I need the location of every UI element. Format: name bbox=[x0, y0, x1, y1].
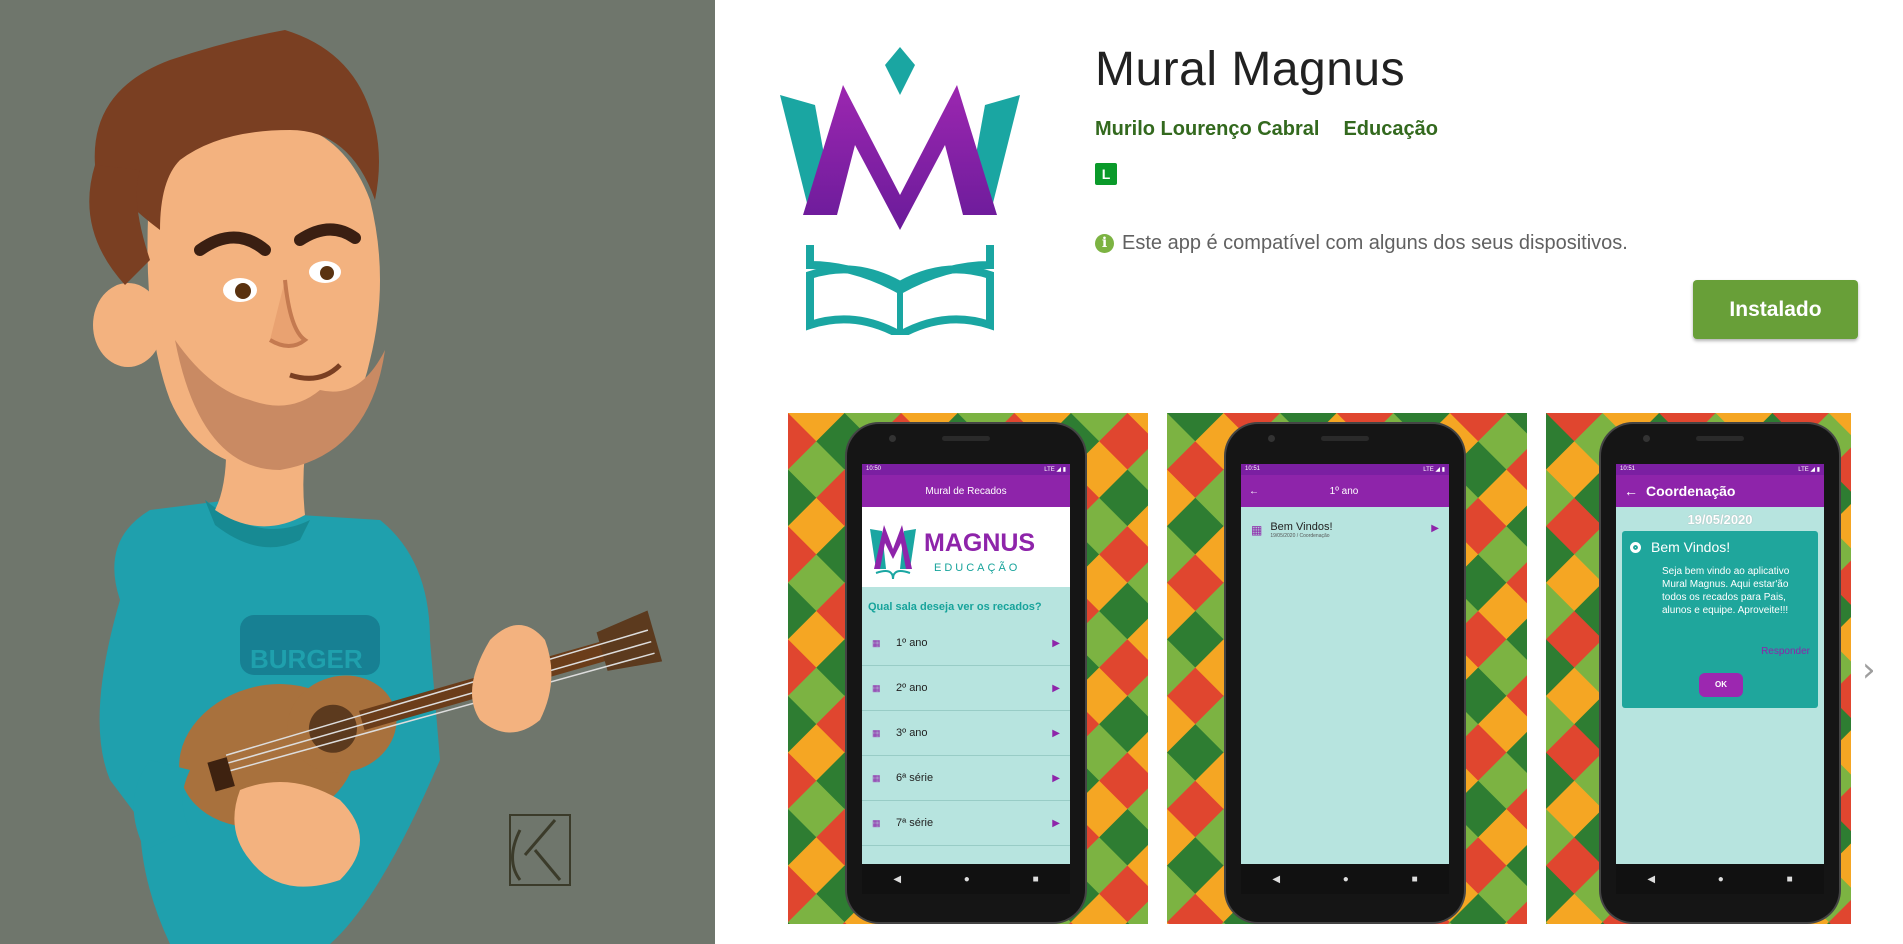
status-time: 10:51 bbox=[1245, 466, 1261, 472]
status-icons: LTE ◢ ▮ bbox=[1798, 467, 1820, 473]
class-row[interactable]: ▦ 6ª série ▶ bbox=[862, 756, 1070, 801]
app-bar: Mural de Recados bbox=[862, 475, 1070, 507]
status-time: 10:50 bbox=[866, 466, 882, 472]
speaker bbox=[942, 436, 990, 441]
logo-sub: EDUCAÇÃO bbox=[934, 561, 1020, 574]
app-bar-title: Mural de Recados bbox=[925, 485, 1007, 497]
camera bbox=[889, 435, 896, 442]
back-arrow-icon[interactable]: ← bbox=[1624, 483, 1638, 499]
app-icon bbox=[775, 45, 1025, 340]
screenshot-3[interactable]: 10:51 LTE ◢ ▮ ← Coordenação 19/05/2020 B… bbox=[1546, 413, 1851, 924]
message-dialog: Bem Vindos! Seja bem vindo ao aplicativo… bbox=[1622, 531, 1818, 708]
arrow-right-icon: ▶ bbox=[1052, 682, 1060, 694]
class-row-label: 1º ano bbox=[896, 637, 928, 649]
phone-screen: 10:51 LTE ◢ ▮ ← 1º ano ▦ Bem Vindos! 19/… bbox=[1241, 464, 1449, 894]
app-bar-title: 1º ano bbox=[1329, 485, 1359, 497]
recents-nav-icon: ■ bbox=[1411, 873, 1418, 885]
message-subtitle: 19/05/2020 / Coordenação bbox=[1270, 533, 1330, 539]
app-bar-title: Coordenação bbox=[1646, 483, 1736, 499]
screenshot-1[interactable]: 10:50 LTE ◢ ▮ Mural de Recados MAGNUS ED… bbox=[788, 413, 1148, 924]
reply-button[interactable]: Responder bbox=[1761, 646, 1810, 657]
back-arrow-icon[interactable]: ← bbox=[1249, 486, 1259, 497]
info-icon: i bbox=[1095, 234, 1114, 253]
content-rating-badge: L bbox=[1095, 163, 1117, 185]
dialog-title: Bem Vindos! bbox=[1651, 539, 1731, 555]
grid-icon: ▦ bbox=[872, 772, 881, 783]
chevron-right-icon[interactable]: › bbox=[1862, 650, 1876, 690]
android-nav-bar: ◀ ● ■ bbox=[862, 864, 1070, 894]
caricature-illustration: BURGER bbox=[0, 0, 715, 944]
recents-nav-icon: ■ bbox=[1786, 873, 1793, 885]
android-nav-bar: ◀ ● ■ bbox=[1616, 864, 1824, 894]
phone-screen: 10:51 LTE ◢ ▮ ← Coordenação 19/05/2020 B… bbox=[1616, 464, 1824, 894]
message-title: Bem Vindos! bbox=[1270, 521, 1333, 533]
speaker bbox=[1321, 436, 1369, 441]
status-time: 10:51 bbox=[1620, 466, 1636, 472]
grid-icon: ▦ bbox=[872, 637, 881, 648]
app-bar: ← Coordenação bbox=[1616, 475, 1824, 507]
class-row[interactable]: ▦ 3º ano ▶ bbox=[862, 711, 1070, 756]
phone-frame: 10:51 LTE ◢ ▮ ← Coordenação 19/05/2020 B… bbox=[1601, 424, 1839, 922]
home-nav-icon: ● bbox=[1717, 873, 1724, 885]
status-icons: LTE ◢ ▮ bbox=[1423, 467, 1445, 473]
magnus-logo: MAGNUS EDUCAÇÃO bbox=[862, 507, 1070, 587]
class-row[interactable]: ▦ 7ª série ▶ bbox=[862, 801, 1070, 846]
class-question: Qual sala deseja ver os recados? bbox=[868, 601, 1042, 613]
status-bar: 10:51 LTE ◢ ▮ bbox=[1241, 464, 1449, 475]
phone-frame: 10:50 LTE ◢ ▮ Mural de Recados MAGNUS ED… bbox=[847, 424, 1085, 922]
svg-text:BURGER: BURGER bbox=[250, 644, 363, 674]
phone-frame: 10:51 LTE ◢ ▮ ← 1º ano ▦ Bem Vindos! 19/… bbox=[1226, 424, 1464, 922]
app-title: Mural Magnus bbox=[1095, 43, 1406, 96]
grid-icon: ▦ bbox=[872, 727, 881, 738]
arrow-right-icon: ▶ bbox=[1052, 772, 1060, 784]
status-bar: 10:51 LTE ◢ ▮ bbox=[1616, 464, 1824, 475]
back-nav-icon: ◀ bbox=[1647, 873, 1656, 885]
android-nav-bar: ◀ ● ■ bbox=[1241, 864, 1449, 894]
class-row-label: 3º ano bbox=[896, 727, 928, 739]
status-icons: LTE ◢ ▮ bbox=[1044, 467, 1066, 473]
compatibility-message: i Este app é compatível com alguns dos s… bbox=[1095, 232, 1628, 255]
status-bar: 10:50 LTE ◢ ▮ bbox=[862, 464, 1070, 475]
home-nav-icon: ● bbox=[963, 873, 970, 885]
store-listing: Mural Magnus Murilo Lourenço Cabral Educ… bbox=[715, 0, 1903, 944]
class-row[interactable]: ▦ 2º ano ▶ bbox=[862, 666, 1070, 711]
compatibility-text: Este app é compatível com alguns dos seu… bbox=[1122, 232, 1628, 254]
message-date: 19/05/2020 bbox=[1687, 512, 1753, 527]
logo-word: MAGNUS bbox=[924, 529, 1035, 557]
back-nav-icon: ◀ bbox=[1272, 873, 1281, 885]
install-button[interactable]: Instalado bbox=[1693, 280, 1858, 339]
grid-icon: ▦ bbox=[1251, 523, 1263, 537]
magnus-logo-icon bbox=[780, 47, 1020, 340]
app-bar: ← 1º ano bbox=[1241, 475, 1449, 507]
class-row-label: 6ª série bbox=[896, 772, 934, 784]
back-nav-icon: ◀ bbox=[893, 873, 902, 885]
grid-icon: ▦ bbox=[872, 817, 881, 828]
screenshot-2[interactable]: 10:51 LTE ◢ ▮ ← 1º ano ▦ Bem Vindos! 19/… bbox=[1167, 413, 1527, 924]
magnus-logo-icon: MAGNUS EDUCAÇÃO bbox=[870, 525, 1035, 580]
ok-button[interactable]: OK bbox=[1699, 673, 1743, 697]
camera bbox=[1268, 435, 1275, 442]
arrow-right-icon: ▶ bbox=[1052, 817, 1060, 829]
home-nav-icon: ● bbox=[1342, 873, 1349, 885]
developer-line: Murilo Lourenço Cabral Educação bbox=[1095, 118, 1438, 141]
class-row-label: 7ª série bbox=[896, 817, 934, 829]
speaker bbox=[1696, 436, 1744, 441]
class-row-label: 2º ano bbox=[896, 682, 928, 694]
radio-icon bbox=[1630, 541, 1641, 553]
grid-icon: ▦ bbox=[872, 682, 881, 693]
category-link[interactable]: Educação bbox=[1343, 118, 1437, 141]
dialog-body: Seja bem vindo ao aplicativo Mural Magnu… bbox=[1662, 566, 1790, 616]
class-row[interactable]: ▦ 1º ano ▶ bbox=[862, 621, 1070, 666]
caricature-drawing: BURGER bbox=[89, 30, 663, 944]
arrow-right-icon: ▶ bbox=[1052, 727, 1060, 739]
message-item[interactable]: ▦ Bem Vindos! 19/05/2020 / Coordenação ▶ bbox=[1241, 507, 1449, 553]
phone-screen: 10:50 LTE ◢ ▮ Mural de Recados MAGNUS ED… bbox=[862, 464, 1070, 894]
arrow-right-icon: ▶ bbox=[1052, 637, 1060, 649]
developer-link[interactable]: Murilo Lourenço Cabral bbox=[1095, 118, 1319, 141]
recents-nav-icon: ■ bbox=[1032, 873, 1039, 885]
arrow-right-icon: ▶ bbox=[1431, 523, 1439, 534]
camera bbox=[1643, 435, 1650, 442]
